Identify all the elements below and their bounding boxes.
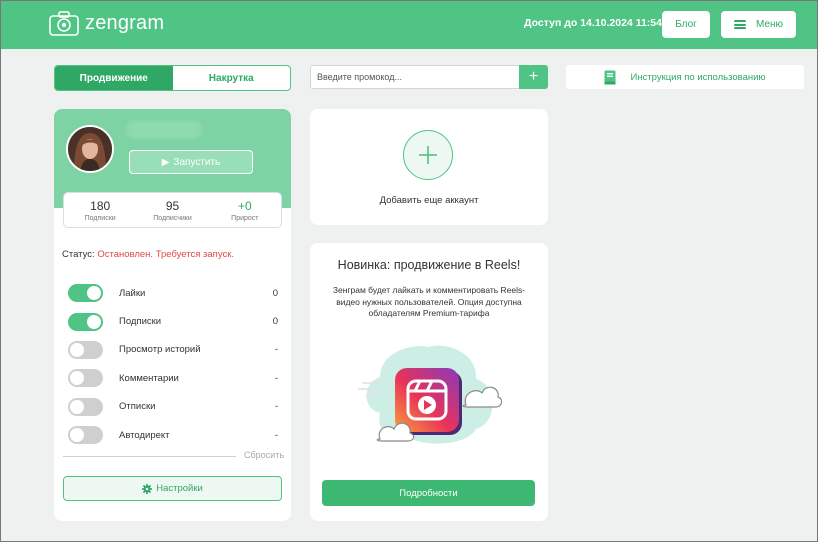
stat-followers-label: Подписчики [153, 214, 192, 222]
follows-toggle[interactable] [68, 312, 103, 331]
option-label: Просмотр историй [119, 344, 201, 356]
top-bar: zengram Доступ до 14.10.2024 11:54 Блог … [1, 1, 817, 49]
avatar[interactable] [66, 125, 114, 173]
option-unfollows: Отписки - [68, 393, 278, 421]
plus-icon [419, 146, 437, 164]
gear-icon [142, 483, 153, 494]
add-account-button[interactable] [403, 130, 453, 180]
option-count: 0 [272, 316, 278, 328]
option-follows: Подписки 0 [68, 307, 278, 335]
autodirect-toggle[interactable] [68, 426, 103, 445]
status-line: Статус: Остановлен. Требуется запуск. [62, 249, 234, 260]
option-count: 0 [272, 287, 278, 299]
option-label: Лайки [119, 287, 146, 299]
option-comments: Комментарии - [68, 364, 278, 392]
stat-following-value: 180 [90, 198, 111, 213]
option-count: - [274, 401, 278, 413]
camera-icon [49, 11, 79, 36]
stat-following-label: Подписки [84, 214, 116, 222]
stat-followers: 95 Подписчики [136, 193, 208, 227]
instructions-label: Инструкция по использованию [630, 71, 766, 83]
status-value: Остановлен. Требуется запуск. [97, 249, 235, 260]
access-until: Доступ до 14.10.2024 11:54 [524, 17, 662, 29]
apply-promo-button[interactable]: + [519, 65, 548, 89]
blog-button[interactable]: Блог [662, 11, 710, 38]
add-account-card[interactable]: Добавить еще аккаунт [310, 109, 548, 225]
reels-illustration [358, 345, 502, 444]
comments-toggle[interactable] [68, 369, 103, 388]
stat-growth: +0 Прирост [209, 193, 281, 227]
option-stories: Просмотр историй - [68, 336, 278, 364]
option-label: Отписки [119, 401, 156, 413]
divider [63, 456, 236, 457]
option-count: - [274, 344, 278, 356]
option-label: Подписки [119, 316, 162, 328]
tab-promotion[interactable]: Продвижение [55, 66, 173, 90]
add-account-label: Добавить еще аккаунт [379, 195, 479, 206]
options-list: Лайки 0 Подписки 0 Просмотр историй - Ко… [68, 279, 278, 449]
details-button[interactable]: Подробности [322, 480, 535, 506]
account-card: ▶ Запустить 180 Подписки 95 Подписчики +… [54, 109, 291, 521]
stat-followers-value: 95 [165, 198, 180, 213]
tab-boost[interactable]: Накрутка [173, 66, 291, 90]
likes-toggle[interactable] [68, 284, 103, 303]
promo-code-input[interactable] [310, 65, 519, 89]
reset-link[interactable]: Сбросить [244, 450, 284, 460]
start-button[interactable]: ▶ Запустить [129, 150, 253, 174]
mode-tabs: Продвижение Накрутка [54, 65, 291, 91]
option-label: Комментарии [119, 372, 179, 384]
stories-toggle[interactable] [68, 340, 103, 359]
account-username-hidden [126, 121, 202, 139]
book-icon [604, 70, 616, 84]
reels-promo-card: Новинка: продвижение в Reels! Зенграм бу… [310, 243, 548, 521]
start-label: Запустить [173, 156, 221, 168]
menu-button[interactable]: Меню [721, 11, 796, 38]
promo-code-form: + [310, 65, 548, 89]
menu-icon [733, 20, 746, 29]
logo-text: zengram [85, 11, 165, 34]
settings-button[interactable]: Настройки [63, 476, 282, 501]
stat-following: 180 Подписки [64, 193, 136, 227]
reels-title: Новинка: продвижение в Reels! [337, 258, 521, 272]
stat-growth-label: Прирост [231, 214, 259, 222]
option-likes: Лайки 0 [68, 279, 278, 307]
option-count: - [274, 372, 278, 384]
option-label: Автодирект [119, 429, 170, 441]
reels-description: Зенграм будет лайкать и комментировать R… [332, 285, 526, 318]
instructions-button[interactable]: Инструкция по использованию [566, 65, 804, 89]
menu-label: Меню [755, 19, 784, 30]
play-icon: ▶ [161, 156, 170, 168]
option-count: - [274, 429, 278, 441]
settings-label: Настройки [156, 483, 203, 494]
option-autodirect: Автодирект - [68, 421, 278, 449]
unfollows-toggle[interactable] [68, 397, 103, 416]
status-label: Статус: [62, 249, 95, 260]
stat-growth-value: +0 [237, 198, 252, 213]
avatar-image [68, 127, 112, 171]
logo[interactable]: zengram [49, 10, 164, 36]
account-stats: 180 Подписки 95 Подписчики +0 Прирост [63, 192, 282, 228]
